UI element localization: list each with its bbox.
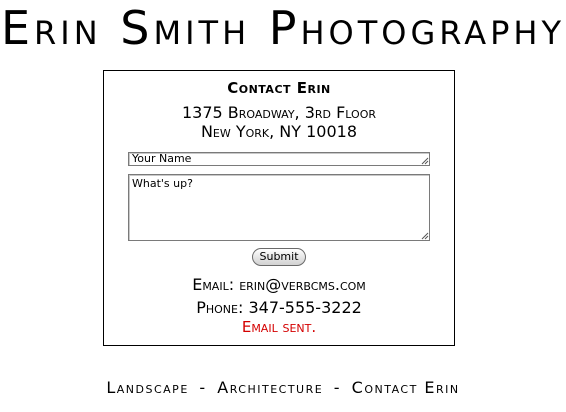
email-value: erin@verbcms.com (239, 275, 366, 294)
footer-nav: Landscape - Architecture - Contact Erin (0, 378, 566, 397)
nav-link-architecture[interactable]: Architecture (217, 378, 323, 397)
address: 1375 Broadway, 3rd Floor New York, NY 10… (104, 103, 454, 141)
email-line: Email: erin@verbcms.com (104, 275, 454, 294)
nav-link-contact-erin[interactable]: Contact Erin (352, 378, 460, 397)
status-message: Email sent. (241, 318, 317, 336)
contact-heading: Contact Erin (227, 79, 331, 97)
phone-line: Phone: 347-555-3222 (104, 298, 454, 317)
submit-button[interactable]: Submit (252, 248, 306, 266)
message-field[interactable]: What's up? (128, 174, 430, 241)
nav-separator: - (199, 378, 207, 397)
address-line-2: New York, NY 10018 (200, 122, 358, 141)
email-label: Email: (192, 275, 235, 294)
phone-label: Phone: (196, 298, 244, 317)
phone-value: 347-555-3222 (248, 298, 362, 317)
address-line-1: 1375 Broadway, 3rd Floor (182, 103, 376, 122)
contact-panel: Contact Erin 1375 Broadway, 3rd Floor Ne… (103, 70, 455, 346)
nav-separator: - (333, 378, 342, 397)
name-field[interactable]: Your Name (128, 152, 430, 166)
nav-link-landscape[interactable]: Landscape (106, 378, 188, 397)
site-title: Erin Smith Photography (0, 1, 566, 55)
